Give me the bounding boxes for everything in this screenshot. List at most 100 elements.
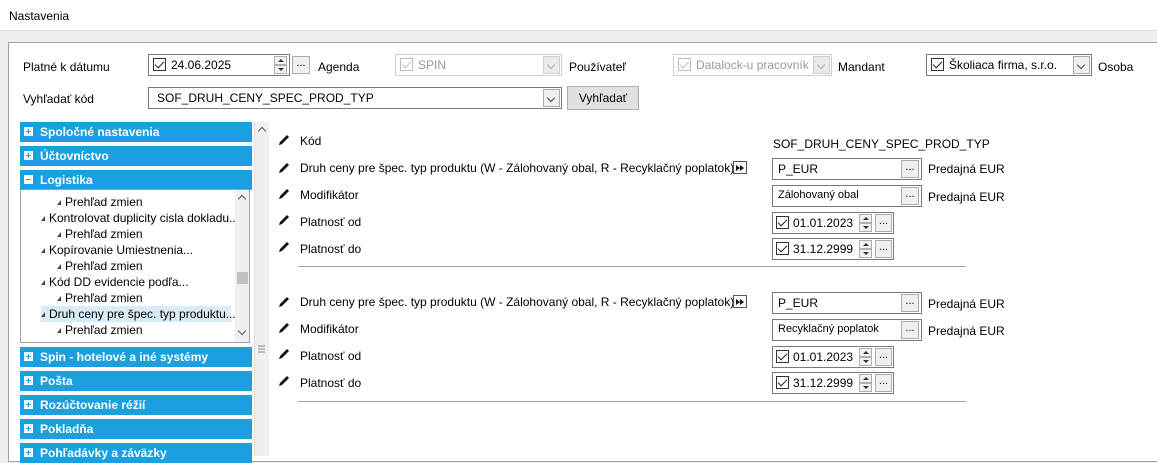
agenda-value: SPIN — [418, 58, 447, 72]
platnost-do-ellipsis-button[interactable]: ... — [875, 374, 892, 392]
tree-item-selected[interactable]: Druh ceny pre špec. typ produktu... — [41, 306, 236, 322]
date-field[interactable]: 24.06.2025 — [148, 54, 290, 76]
pencil-icon[interactable] — [277, 295, 291, 309]
pencil-icon[interactable] — [277, 347, 291, 361]
expand-icon[interactable] — [24, 151, 33, 160]
expand-triangle-icon — [57, 328, 61, 334]
sidebar-category-logistika[interactable]: Logistika — [20, 170, 252, 190]
mandant-label: Mandant — [838, 60, 885, 74]
modifikator-field[interactable]: Recyklačný poplatok ... — [772, 319, 922, 341]
agenda-select[interactable]: SPIN — [395, 54, 562, 76]
tree-item[interactable]: Prehľad zmien — [57, 194, 143, 210]
pencil-icon[interactable] — [277, 374, 291, 388]
expand-icon[interactable] — [24, 376, 33, 385]
platnost-do-checkbox[interactable] — [776, 242, 789, 255]
search-button[interactable]: Vyhľadať — [567, 86, 639, 110]
chevron-down-icon[interactable] — [543, 89, 560, 107]
scroll-up-icon[interactable] — [235, 190, 249, 206]
scroll-thumb[interactable] — [237, 272, 248, 284]
sidebar-category-spolocne[interactable]: Spoločné nastavenia — [20, 122, 252, 142]
expand-triangle-icon — [57, 296, 61, 302]
date-spinner[interactable] — [274, 56, 287, 74]
window-title: Nastavenia — [9, 9, 70, 23]
sidebar-category-rozuctovanie[interactable]: Rozúčtovanie réžií — [20, 395, 252, 415]
scroll-down-icon[interactable] — [235, 325, 249, 341]
platnost-od-field[interactable]: 01.01.2023 ... — [772, 212, 894, 234]
modifikator-field[interactable]: Zálohovaný obal ... — [772, 185, 922, 207]
pencil-icon[interactable] — [277, 133, 291, 147]
sidebar-scrollbar[interactable] — [254, 122, 269, 456]
tree-item[interactable]: Kód DD evidencie podľa... — [41, 274, 189, 290]
splitter-grip-icon[interactable] — [258, 345, 265, 355]
druh-ceny-ellipsis-button[interactable]: ... — [901, 160, 919, 178]
sidebar-category-pohladavky[interactable]: Pohľadávky a záväzky — [20, 443, 252, 463]
modifikator-ellipsis-button[interactable]: ... — [901, 187, 919, 205]
user-select[interactable]: Datalock-u pracovník Ir — [673, 54, 832, 76]
platnost-do-ellipsis-button[interactable]: ... — [875, 240, 892, 258]
sidebar-category-uctovnictvo[interactable]: Účtovníctvo — [20, 146, 252, 166]
search-label: Vyhľadať kód — [23, 92, 94, 106]
title-bar: Nastavenia — [0, 0, 1157, 31]
druh-ceny-field[interactable]: P_EUR ... — [772, 158, 922, 180]
platnost-od-checkbox[interactable] — [776, 216, 789, 229]
spinner-icon[interactable] — [859, 214, 872, 232]
spinner-icon[interactable] — [859, 240, 872, 258]
druh-ceny-label: Druh ceny pre špec. typ produktu (W - Zá… — [300, 161, 735, 175]
sidebar-category-posta[interactable]: Pošta — [20, 371, 252, 391]
expand-triangle-icon — [41, 216, 45, 222]
pencil-icon[interactable] — [277, 321, 291, 335]
tree-item[interactable]: Kopírovanie Umiestnenia... — [41, 242, 193, 258]
druh-ceny-ellipsis-button[interactable]: ... — [901, 294, 919, 312]
chevron-down-icon[interactable] — [543, 56, 560, 74]
modifikator-label: Modifikátor — [300, 322, 359, 336]
chevron-down-icon[interactable] — [1073, 56, 1090, 74]
platnost-do-label: Platnosť do — [300, 242, 362, 256]
platnost-do-checkbox[interactable] — [776, 376, 789, 389]
pencil-icon[interactable] — [277, 213, 291, 227]
date-value: 24.06.2025 — [171, 58, 232, 72]
date-checkbox[interactable] — [153, 58, 166, 71]
pencil-icon[interactable] — [277, 161, 291, 175]
druh-ceny-field[interactable]: P_EUR ... — [772, 292, 922, 314]
platnost-od-field[interactable]: 01.01.2023 ... — [772, 346, 894, 368]
spinner-icon[interactable] — [859, 348, 872, 366]
user-checkbox[interactable] — [678, 58, 691, 71]
pencil-icon[interactable] — [277, 240, 291, 254]
expand-triangle-icon — [41, 248, 45, 254]
mandant-value: Školiaca firma, s.r.o. — [949, 58, 1058, 72]
agenda-checkbox[interactable] — [400, 58, 413, 71]
modifikator-label: Modifikátor — [300, 188, 359, 202]
tree-scrollbar[interactable] — [235, 190, 249, 342]
mandant-checkbox[interactable] — [931, 58, 944, 71]
tree-item[interactable]: Kontrolovat duplicity cisla dokladu... — [41, 210, 239, 226]
search-code-select[interactable]: SOF_DRUH_CENY_SPEC_PROD_TYP — [148, 87, 562, 109]
sidebar-category-spin[interactable]: Spin - hotelové a iné systémy — [20, 347, 252, 367]
platnost-od-label: Platnosť od — [300, 349, 362, 363]
fast-forward-icon[interactable] — [733, 295, 747, 308]
platnost-od-ellipsis-button[interactable]: ... — [875, 348, 892, 366]
platnost-do-field[interactable]: 31.12.2999 ... — [772, 238, 894, 260]
sidebar-category-pokladna[interactable]: Pokladňa — [20, 419, 252, 439]
fast-forward-icon[interactable] — [733, 161, 747, 174]
scroll-up-icon[interactable] — [255, 122, 269, 138]
expand-icon[interactable] — [24, 127, 33, 136]
tree-item[interactable]: Prehľad zmien — [57, 226, 143, 242]
platnost-do-field[interactable]: 31.12.2999 ... — [772, 372, 894, 394]
logistika-tree[interactable]: Prehľad zmien Kontrolovat duplicity cisl… — [20, 189, 250, 343]
tree-item[interactable]: Prehľad zmien — [57, 322, 143, 338]
collapse-icon[interactable] — [24, 175, 33, 184]
tree-item[interactable]: Prehľad zmien — [57, 258, 143, 274]
platnost-od-checkbox[interactable] — [776, 350, 789, 363]
expand-icon[interactable] — [24, 400, 33, 409]
spinner-icon[interactable] — [859, 374, 872, 392]
chevron-down-icon[interactable] — [813, 56, 830, 74]
pencil-icon[interactable] — [277, 187, 291, 201]
expand-icon[interactable] — [24, 424, 33, 433]
expand-icon[interactable] — [24, 352, 33, 361]
platnost-od-ellipsis-button[interactable]: ... — [875, 214, 892, 232]
osoba-label: Osoba — [1098, 60, 1134, 74]
tree-item[interactable]: Prehľad zmien — [57, 290, 143, 306]
date-ellipsis-button[interactable]: ... — [292, 56, 310, 74]
modifikator-ellipsis-button[interactable]: ... — [901, 321, 919, 339]
mandant-select[interactable]: Školiaca firma, s.r.o. — [926, 54, 1092, 76]
